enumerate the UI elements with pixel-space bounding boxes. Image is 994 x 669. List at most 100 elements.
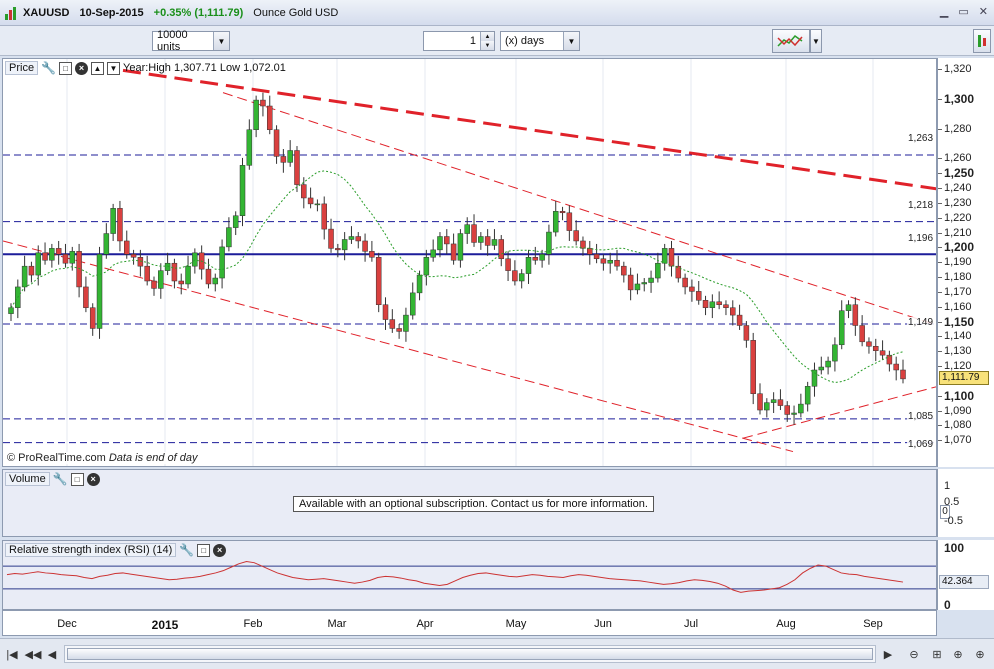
candle-body xyxy=(314,203,321,206)
candle-body xyxy=(743,325,750,341)
minimize-icon[interactable]: ▁ xyxy=(940,5,948,18)
time-axis[interactable]: Dec 2015 Feb Mar Apr May Jun Jul Aug Sep xyxy=(2,610,937,636)
units-select[interactable]: 10000 units ▼ xyxy=(152,29,230,53)
up-icon[interactable]: ▲ xyxy=(91,61,105,75)
copyright-note: © ProRealTime.com Data is end of day xyxy=(7,452,198,464)
time-axis-label: Jul xyxy=(683,618,699,630)
scroll-track[interactable] xyxy=(64,645,876,663)
chart-type-button[interactable] xyxy=(772,29,810,53)
period-unit-value: (x) days xyxy=(505,35,545,47)
time-axis-label: Aug xyxy=(776,618,796,630)
zoom-out-icon[interactable]: ⊖ xyxy=(906,645,922,663)
candle-body xyxy=(661,248,668,264)
zoom-in-icon[interactable]: ⊕ xyxy=(972,645,988,663)
step-left-icon[interactable]: ◀ xyxy=(44,645,60,663)
down-icon[interactable]: ▼ xyxy=(107,61,121,75)
candle-body xyxy=(730,307,736,316)
candle-body xyxy=(362,240,368,252)
step-right-icon[interactable]: ▶ xyxy=(880,645,896,663)
candle-body xyxy=(491,239,498,246)
axis-tick xyxy=(938,336,942,338)
maximize-icon[interactable]: □ xyxy=(70,472,84,486)
candle-body xyxy=(873,346,879,351)
axis-tick xyxy=(938,306,942,308)
axis-tick xyxy=(938,232,942,234)
bottom-scrollbar: |◀ ◀◀ ◀ ▶ ⊖ ⊞ ⊕ ⊕ xyxy=(0,638,994,669)
wrench-icon[interactable]: 🔧 xyxy=(179,543,194,557)
candle-body xyxy=(171,262,178,282)
close-panel-icon[interactable]: × xyxy=(75,61,89,75)
step-down-icon[interactable]: ▼ xyxy=(481,41,494,50)
symbol-label: XAUUSD xyxy=(23,6,70,19)
axis-tick-label: 1,230 xyxy=(944,196,972,209)
close-panel-icon[interactable]: × xyxy=(86,472,100,486)
candle-body xyxy=(709,301,716,308)
candle-body xyxy=(512,270,518,282)
candle-body xyxy=(49,248,55,261)
price-panel[interactable]: Price 🔧 □ × ▲ ▼ Year:High 1,307.71 Low 1… xyxy=(2,58,937,467)
price-axis[interactable]: 1,320 1,300 1,280 1,260 1,250 1,240 1,230 1,220… xyxy=(937,58,994,467)
chevron-down-icon[interactable]: ▼ xyxy=(213,32,229,50)
candle-body xyxy=(89,307,96,329)
volume-axis[interactable]: 1 0.5 0 -0.5 xyxy=(937,469,994,537)
candle-body xyxy=(335,248,341,251)
time-axis-label: Feb xyxy=(243,618,263,630)
maximize-icon[interactable]: □ xyxy=(59,61,73,75)
axis-tick-label: 1,070 xyxy=(944,434,972,447)
candle-body xyxy=(341,239,348,251)
zoom-window-icon[interactable]: ⊞ xyxy=(929,645,945,663)
candle-body xyxy=(178,280,184,285)
axis-tick-label: 1,080 xyxy=(944,419,972,432)
axis-tick xyxy=(938,262,942,264)
candle-body xyxy=(621,265,627,276)
wrench-icon[interactable]: 🔧 xyxy=(41,61,56,75)
rsi-panel[interactable]: Relative strength index (RSI) (14) 🔧 □ × xyxy=(2,540,937,610)
period-stepper[interactable]: 1 ▲ ▼ xyxy=(423,31,495,51)
restore-icon[interactable]: ▭ xyxy=(958,5,968,18)
candle-body xyxy=(301,184,307,199)
zoom-icon[interactable]: ⊕ xyxy=(950,645,966,663)
axis-tick xyxy=(938,247,942,249)
period-unit-select[interactable]: (x) days ▼ xyxy=(500,31,580,51)
axis-tick xyxy=(938,128,942,130)
axis-tick-label: 1,200 xyxy=(944,240,975,255)
fast-back-icon[interactable]: |◀ xyxy=(4,645,20,663)
scroll-thumb[interactable] xyxy=(67,648,873,660)
candle-body xyxy=(246,129,253,166)
close-panel-icon[interactable]: × xyxy=(213,543,227,557)
level-label: 1,149 xyxy=(907,317,935,328)
axis-tick xyxy=(938,440,942,442)
chart-type-dropdown[interactable]: ▼ xyxy=(810,29,822,53)
axis-tick xyxy=(938,351,942,353)
back-icon[interactable]: ◀◀ xyxy=(25,645,42,663)
candle-body xyxy=(573,230,579,242)
candle-body xyxy=(158,270,164,289)
candle-body xyxy=(478,236,484,243)
level-label: 1,196 xyxy=(907,233,935,244)
time-axis-label: May xyxy=(505,618,527,630)
candle-body xyxy=(723,304,729,308)
wrench-icon[interactable]: 🔧 xyxy=(53,472,68,486)
level-label: 1,085 xyxy=(907,411,935,422)
candle-body xyxy=(900,369,906,380)
stepper-arrows[interactable]: ▲ ▼ xyxy=(480,32,494,50)
chevron-down-icon[interactable]: ▼ xyxy=(563,32,579,50)
candle-body xyxy=(409,292,416,316)
maximize-icon[interactable]: □ xyxy=(197,543,211,557)
axis-tick xyxy=(938,425,942,427)
volume-panel[interactable]: Volume 🔧 □ × Available with an optional … xyxy=(2,469,937,537)
axis-tick-label: 1 xyxy=(944,480,951,492)
axis-tick xyxy=(938,69,942,71)
axis-tick-label: 1,190 xyxy=(944,256,972,269)
lower-channel-line xyxy=(3,240,794,453)
sidebar-toggle-button[interactable] xyxy=(973,29,991,53)
candle-body xyxy=(35,252,41,276)
step-up-icon[interactable]: ▲ xyxy=(481,32,494,41)
axis-tick-label: 100 xyxy=(944,541,965,555)
candle-body xyxy=(532,257,539,261)
candle-body xyxy=(614,259,620,267)
candle-body xyxy=(69,251,76,264)
data-note: Data is end of day xyxy=(108,452,198,464)
axis-tick-label: 1,150 xyxy=(944,314,975,329)
close-icon[interactable]: ✕ xyxy=(979,5,988,18)
